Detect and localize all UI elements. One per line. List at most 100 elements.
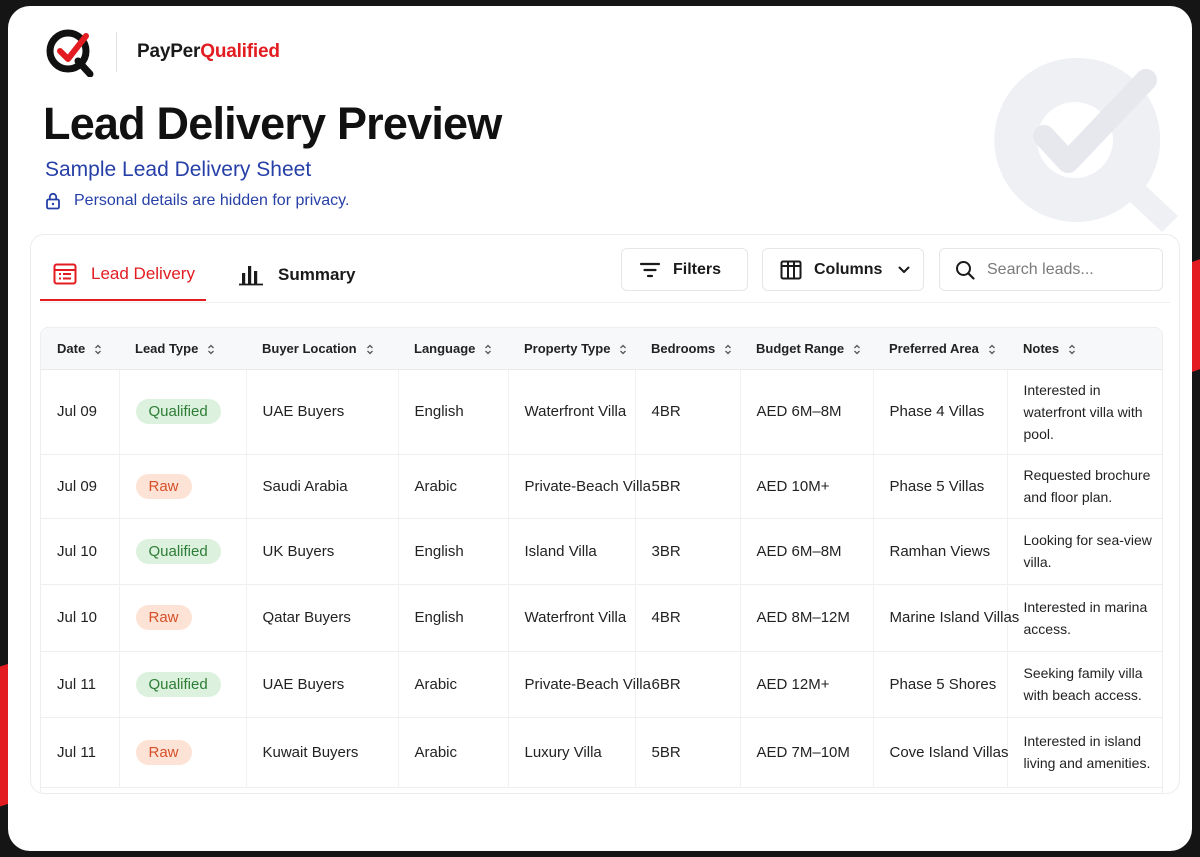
cell-property-type: Private-Beach Villa — [508, 651, 651, 718]
sort-icon — [366, 344, 373, 355]
column-header-label: Budget Range — [756, 340, 845, 356]
cell-property-type: Private-Beach Villa — [508, 454, 651, 519]
column-header-label: Preferred Area — [889, 340, 979, 356]
cell-preferred-area: Phase 5 Villas — [873, 454, 1008, 519]
brand-name: PayPerQualified — [137, 41, 280, 63]
cell-preferred-area: Ramhan Views — [873, 518, 1008, 585]
brand-name-part1: PayPer — [137, 41, 201, 62]
cell-date: Jul 11 — [41, 651, 120, 718]
cell-buyer-location: UK Buyers — [246, 518, 399, 585]
cell-lead-type: Raw — [119, 584, 247, 652]
cell-lead-type: Qualified — [119, 518, 247, 585]
privacy-note: Personal details are hidden for privacy. — [45, 192, 349, 210]
column-header-budget-range[interactable]: Budget Range — [740, 328, 873, 370]
sort-icon — [988, 344, 995, 355]
column-header-notes[interactable]: Notes — [1007, 328, 1162, 370]
cell-property-type: Waterfront Villa — [508, 369, 636, 455]
sort-icon — [208, 344, 215, 355]
tab-lead-delivery-label: Lead Delivery — [91, 264, 195, 283]
sort-icon — [854, 344, 861, 355]
column-header-label: Date — [57, 340, 86, 356]
cell-budget-range: AED 8M–12M — [740, 584, 874, 652]
page-card: PayPerQualified Lead Delivery Preview Sa… — [8, 6, 1192, 851]
table-row[interactable]: Jul 11 Raw Kuwait Buyers Arabic Luxury Villa… — [41, 717, 1162, 788]
cell-buyer-location: Kuwait Buyers — [246, 717, 399, 788]
columns-label: Columns — [814, 260, 883, 278]
cell-preferred-area: Cove Island Villas — [873, 717, 1008, 788]
spreadsheet-icon — [53, 263, 77, 285]
lead-table: Date Lead Type Buyer Location Language Prope… — [41, 328, 1162, 788]
cell-preferred-area: Phase 4 Villas — [873, 369, 1008, 455]
sort-icon — [485, 344, 492, 355]
cell-language: Arabic — [398, 717, 509, 788]
column-header-property-type[interactable]: Property Type — [508, 328, 635, 370]
column-header-language[interactable]: Language — [398, 328, 508, 370]
cell-bedrooms: 4BR — [635, 584, 741, 652]
lead-table-container: Date Lead Type Buyer Location Language Prope… — [40, 327, 1163, 793]
cell-language: Arabic — [398, 454, 509, 519]
lead-type-badge: Qualified — [135, 538, 221, 564]
cell-language: English — [398, 518, 509, 585]
lead-type-badge: Raw — [135, 473, 192, 499]
cell-buyer-location: UAE Buyers — [246, 651, 399, 718]
brand-header: PayPerQualified — [44, 26, 280, 78]
cell-date: Jul 09 — [41, 369, 120, 455]
table-row[interactable]: Jul 09 Qualified UAE Buyers English Waterfro… — [41, 369, 1162, 455]
cell-date: Jul 09 — [41, 454, 120, 519]
column-header-buyer-location[interactable]: Buyer Location — [246, 328, 398, 370]
cell-notes: Requested brochure and floor plan. — [1007, 454, 1162, 519]
cell-lead-type: Raw — [119, 454, 247, 519]
cell-property-type: Luxury Villa — [508, 717, 636, 788]
column-header-label: Lead Type — [135, 340, 199, 356]
cell-bedrooms: 3BR — [635, 518, 741, 585]
search-box[interactable] — [939, 248, 1163, 291]
cell-notes: Interested in island living and amenitie… — [1007, 717, 1162, 788]
cell-budget-range: AED 7M–10M — [740, 717, 874, 788]
column-header-bedrooms[interactable]: Bedrooms — [635, 328, 740, 370]
table-header-row: Date Lead Type Buyer Location Language Prope… — [41, 328, 1162, 370]
search-input[interactable] — [987, 260, 1157, 279]
tab-summary-label: Summary — [278, 265, 356, 284]
cell-lead-type: Qualified — [119, 651, 247, 718]
lead-type-badge: Qualified — [135, 399, 221, 424]
column-header-date[interactable]: Date — [41, 328, 119, 370]
column-header-label: Language — [414, 340, 476, 356]
brand-name-part2: Qualified — [200, 41, 280, 62]
cell-preferred-area: Phase 5 Shores — [873, 651, 1008, 718]
cell-budget-range: AED 12M+ — [740, 651, 874, 718]
tabs-divider — [40, 302, 1170, 303]
cell-language: English — [398, 369, 509, 455]
cell-buyer-location: Qatar Buyers — [246, 584, 399, 652]
cell-property-type: Island Villa — [508, 518, 636, 585]
filters-button[interactable]: Filters — [621, 248, 748, 291]
tab-lead-delivery[interactable]: Lead Delivery — [40, 249, 206, 301]
cell-buyer-location: Saudi Arabia — [246, 454, 399, 519]
page-subtitle: Sample Lead Delivery Sheet — [45, 158, 312, 181]
tab-summary[interactable]: Summary — [238, 249, 355, 301]
table-row[interactable]: Jul 09 Raw Saudi Arabia Arabic Private-Beach… — [41, 454, 1162, 519]
column-header-label: Property Type — [524, 340, 611, 356]
lead-type-badge: Raw — [135, 605, 192, 630]
column-header-lead-type[interactable]: Lead Type — [119, 328, 246, 370]
columns-button[interactable]: Columns — [762, 248, 924, 291]
cell-lead-type: Qualified — [119, 369, 247, 455]
table-row[interactable]: Jul 11 Qualified UAE Buyers Arabic Private-B… — [41, 651, 1162, 718]
cell-date: Jul 10 — [41, 584, 120, 652]
cell-date: Jul 10 — [41, 518, 120, 585]
table-row[interactable]: Jul 10 Raw Qatar Buyers English Waterfront V… — [41, 584, 1162, 652]
table-row[interactable]: Jul 10 Qualified UK Buyers English Island Vi… — [41, 518, 1162, 585]
bar-chart-icon — [239, 266, 263, 286]
column-header-preferred-area[interactable]: Preferred Area — [873, 328, 1007, 370]
cell-budget-range: AED 6M–8M — [740, 518, 874, 585]
cell-budget-range: AED 10M+ — [740, 454, 874, 519]
cell-notes: Looking for sea-view villa. — [1007, 518, 1162, 585]
cell-language: Arabic — [398, 651, 509, 718]
lead-type-badge: Raw — [135, 739, 192, 765]
column-header-label: Buyer Location — [262, 340, 357, 356]
checkmark-q-logo-icon[interactable] — [44, 27, 98, 77]
chevron-down-icon — [898, 266, 910, 273]
lead-type-badge: Qualified — [135, 671, 221, 697]
cell-notes: Interested in marina access. — [1007, 584, 1162, 652]
sort-icon — [620, 344, 627, 355]
lock-icon — [46, 192, 60, 210]
